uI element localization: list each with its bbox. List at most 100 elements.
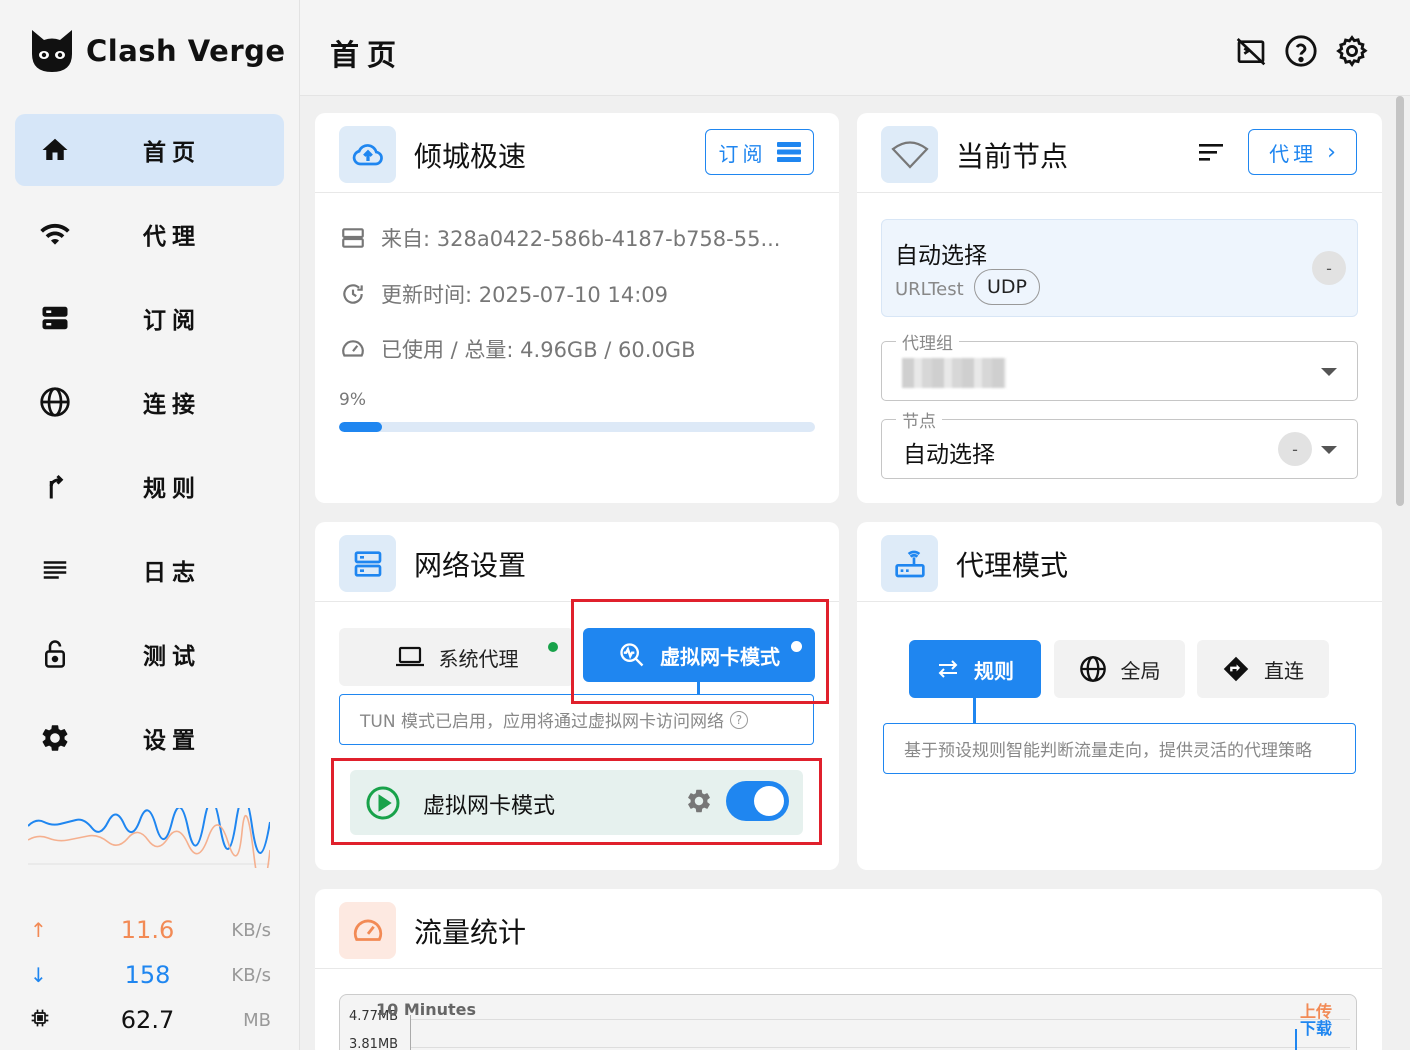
card-header: 倾城极速 订阅 — [315, 113, 839, 193]
download-spike — [1295, 1029, 1297, 1050]
highlight-box-tun-button — [571, 599, 829, 704]
sidebar-item-connections[interactable]: 连接 — [15, 366, 284, 438]
node-value: 自动选择 — [903, 442, 995, 468]
node-label: 节点 — [896, 407, 942, 432]
node-select[interactable]: 节点 自动选择 - — [881, 407, 1358, 479]
usage-progress-bar — [339, 422, 815, 432]
upload-speed-value: 11.6 — [120, 916, 175, 944]
chart-grid-line — [410, 1019, 1350, 1020]
usage-progress-fill — [339, 422, 382, 432]
swap-arrows-icon — [938, 660, 958, 678]
sidebar-item-home[interactable]: 首页 — [15, 114, 284, 186]
app-logo: Clash Verge — [28, 28, 286, 74]
sidebar-item-label: 代理 — [143, 224, 201, 250]
sidebar-traffic-graph — [28, 808, 270, 868]
sort-button[interactable] — [1197, 140, 1227, 166]
help-button[interactable] — [1282, 32, 1320, 70]
list-icon — [37, 552, 73, 588]
highlight-box-tun-row — [331, 758, 822, 845]
memory-usage: 62.7 MB — [30, 1004, 275, 1036]
sidebar-item-label: 连接 — [143, 392, 201, 418]
sidebar-item-subscriptions[interactable]: 订阅 — [15, 282, 284, 354]
card-header: 网络设置 — [315, 522, 839, 602]
subscriptions-button[interactable]: 订阅 — [705, 129, 814, 175]
system-proxy-label: 系统代理 — [438, 646, 519, 671]
download-speed-unit: KB/s — [231, 964, 271, 986]
sidebar-item-label: 设置 — [143, 728, 201, 754]
app-name: Clash Verge — [86, 34, 286, 68]
lock-icon — [37, 636, 73, 672]
profile-card: 倾城极速 订阅 来自: 328a0422-586b-4187-b758-55..… — [315, 113, 839, 503]
profile-updated-text: 更新时间: 2025-07-10 14:09 — [381, 283, 668, 307]
update-icon — [339, 281, 367, 307]
legend-download[interactable]: 下载 — [1300, 1015, 1332, 1039]
scrollbar-thumb[interactable] — [1396, 96, 1404, 506]
direction-icon — [1223, 656, 1249, 682]
router-icon — [881, 535, 938, 592]
profile-source-text: 来自: 328a0422-586b-4187-b758-55... — [381, 227, 781, 251]
wifi-icon — [37, 216, 73, 252]
gear-icon — [37, 720, 73, 756]
dropdown-arrow-icon — [1321, 446, 1337, 454]
sidebar-item-proxy[interactable]: 代理 — [15, 198, 284, 270]
direct-mode-button[interactable]: 直连 — [1197, 640, 1329, 698]
udp-chip: UDP — [974, 269, 1040, 305]
current-node-name: 自动选择 — [895, 243, 987, 269]
globe-icon — [1079, 656, 1106, 682]
system-proxy-status-dot — [548, 642, 558, 652]
arrow-down-icon: ↓ — [30, 963, 47, 987]
sort-icon — [1199, 144, 1223, 161]
sidebar-item-logs[interactable]: 日志 — [15, 534, 284, 606]
help-icon — [1285, 35, 1317, 67]
proxy-mode-card: 代理模式 规则 全局 直连 基于预设规则智能判断流量走向，提供灵活的代理策略 — [857, 522, 1382, 870]
sidebar-item-test[interactable]: 测试 — [15, 618, 284, 690]
sidebar-item-label: 订阅 — [143, 308, 201, 334]
global-mode-button[interactable]: 全局 — [1054, 640, 1185, 698]
wifi-outline-icon — [881, 126, 938, 183]
connector-line — [973, 698, 976, 723]
upload-speed-unit: KB/s — [231, 919, 271, 941]
profile-source-row: 来自: 328a0422-586b-4187-b758-55... — [339, 223, 780, 253]
proxy-group-select[interactable]: 代理组 — [881, 329, 1358, 401]
arrow-up-icon: ↑ — [30, 918, 47, 942]
download-speed: ↓ 158 KB/s — [30, 959, 275, 991]
profile-usage-text: 已使用 / 总量: 4.96GB / 60.0GB — [381, 338, 696, 362]
delay-chip[interactable]: - — [1312, 251, 1346, 285]
mode-hint-text: 基于预设规则智能判断流量走向，提供灵活的代理策略 — [904, 741, 1312, 761]
storage-icon — [776, 142, 801, 162]
sidebar-item-settings[interactable]: 设置 — [15, 702, 284, 774]
direct-mode-label: 直连 — [1264, 658, 1304, 683]
dropdown-arrow-icon — [1321, 368, 1337, 376]
rule-mode-button[interactable]: 规则 — [909, 640, 1041, 698]
go-to-proxies-button[interactable]: 代理 › — [1248, 129, 1357, 175]
home-settings-button[interactable] — [1333, 32, 1371, 70]
download-speed-value: 158 — [124, 961, 171, 989]
sidebar-item-label: 首页 — [143, 140, 201, 166]
node-delay-chip[interactable]: - — [1278, 432, 1312, 466]
dns-icon — [339, 535, 396, 592]
scrollbar[interactable] — [1394, 96, 1408, 1050]
proxy-group-value-redacted — [902, 358, 1006, 388]
page-title: 首页 — [330, 38, 405, 72]
sidebar-item-rules[interactable]: 规则 — [15, 450, 284, 522]
globe-icon — [37, 384, 73, 420]
network-settings-title: 网络设置 — [414, 549, 527, 582]
current-node-box[interactable]: 自动选择 URLTest UDP - — [881, 219, 1358, 317]
speed-gauge-icon — [339, 336, 367, 362]
traffic-chart[interactable]: 4.77MB 10 Minutes 3.81MB 上传 下载 — [339, 994, 1357, 1050]
sidebar-item-label: 测试 — [143, 644, 201, 670]
current-node-type: URLTest — [895, 279, 964, 300]
memory-chip-icon — [30, 1008, 52, 1033]
card-header: 代理模式 — [857, 522, 1382, 602]
storage-icon — [37, 300, 73, 336]
speedometer-icon — [339, 902, 396, 959]
terminal-slash-icon — [1236, 38, 1266, 66]
chart-y-axis — [410, 1015, 411, 1050]
memory-unit: MB — [243, 1009, 271, 1031]
chart-time-range: 10 Minutes — [376, 1000, 477, 1019]
lightweight-mode-button[interactable] — [1232, 32, 1270, 70]
system-proxy-button[interactable]: 系统代理 — [339, 628, 574, 686]
help-icon[interactable]: ? — [729, 710, 748, 729]
page-header: 首页 — [300, 0, 1410, 96]
go-to-proxies-label: 代理 — [1269, 141, 1318, 166]
